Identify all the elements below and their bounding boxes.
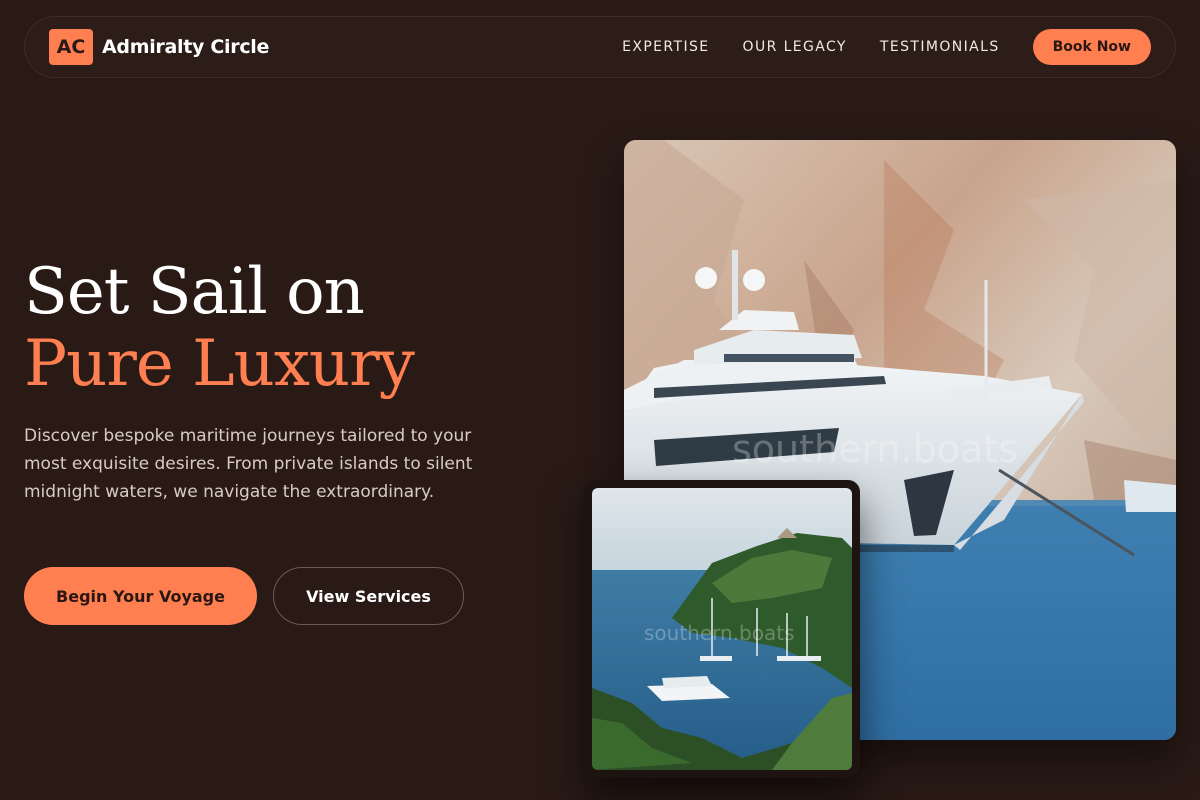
begin-voyage-button[interactable]: Begin Your Voyage bbox=[24, 567, 257, 625]
hero-description: Discover bespoke maritime journeys tailo… bbox=[24, 426, 473, 502]
svg-text:southern.boats: southern.boats bbox=[732, 427, 1018, 471]
island-cove-photo-card: southern.boats bbox=[584, 480, 860, 778]
nav-link-expertise[interactable]: EXPERTISE bbox=[622, 39, 709, 55]
hero-title: Set Sail on Pure Luxury bbox=[24, 255, 415, 401]
top-navigation: AC Admiralty Circle EXPERTISE OUR LEGACY… bbox=[24, 16, 1176, 78]
book-now-button[interactable]: Book Now bbox=[1032, 29, 1151, 65]
hero-title-line-1: Set Sail on bbox=[24, 255, 365, 329]
logo-mark: AC bbox=[49, 29, 93, 65]
landing-page: AC Admiralty Circle EXPERTISE OUR LEGACY… bbox=[0, 0, 1200, 800]
brand-logo[interactable]: AC Admiralty Circle bbox=[49, 29, 269, 65]
svg-text:southern.boats: southern.boats bbox=[644, 621, 795, 645]
nav-link-our-legacy[interactable]: OUR LEGACY bbox=[743, 39, 847, 55]
view-services-button[interactable]: View Services bbox=[273, 567, 464, 625]
hero-title-line-2: Pure Luxury bbox=[24, 327, 415, 401]
brand-name: Admiralty Circle bbox=[102, 36, 270, 58]
nav-link-testimonials[interactable]: TESTIMONIALS bbox=[880, 39, 1000, 55]
island-cove-photo: southern.boats bbox=[592, 488, 852, 770]
nav-links: EXPERTISE OUR LEGACY TESTIMONIALS Book N… bbox=[622, 29, 1151, 65]
